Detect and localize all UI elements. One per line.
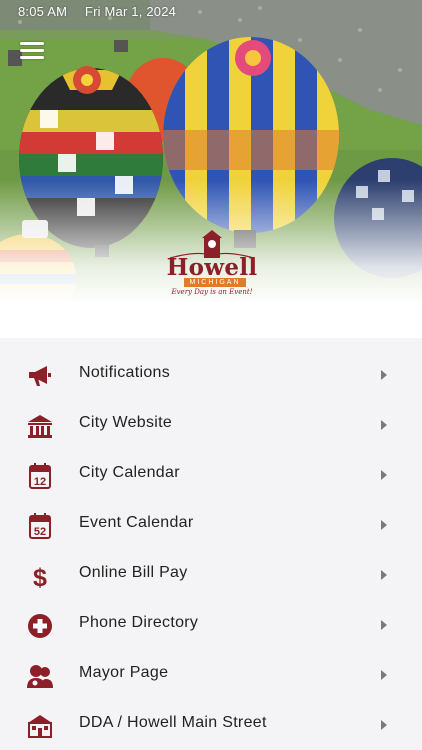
chevron-right-icon bbox=[381, 670, 387, 680]
menu-item-notifications[interactable]: Notifications bbox=[0, 350, 422, 400]
svg-text:$: $ bbox=[33, 564, 47, 589]
plus-circle-icon bbox=[26, 613, 54, 639]
city-hall-icon bbox=[26, 413, 54, 439]
status-time: 8:05 AM bbox=[18, 4, 68, 19]
menu-item-label: Phone Directory bbox=[79, 614, 199, 631]
people-icon bbox=[26, 663, 54, 689]
storefront-icon bbox=[26, 713, 54, 739]
menu-item-label: Mayor Page bbox=[79, 664, 169, 681]
status-bar: 8:05 AM Fri Mar 1, 2024 bbox=[18, 4, 176, 19]
menu-item-online-bill-pay[interactable]: $ Online Bill Pay bbox=[0, 550, 422, 600]
logo-tagline: Every Day is an Event! bbox=[171, 288, 253, 296]
logo-state: MICHIGAN bbox=[184, 278, 246, 287]
chevron-right-icon bbox=[381, 370, 387, 380]
chevron-right-icon bbox=[381, 420, 387, 430]
menu-item-label: Online Bill Pay bbox=[79, 564, 188, 581]
menu-item-city-website[interactable]: City Website bbox=[0, 400, 422, 450]
logo-wordmark: Howell bbox=[166, 254, 258, 281]
menu-item-label: City Website bbox=[79, 414, 173, 431]
menu-item-mayor-page[interactable]: Mayor Page bbox=[0, 650, 422, 700]
chevron-right-icon bbox=[381, 470, 387, 480]
chevron-right-icon bbox=[381, 720, 387, 730]
chevron-right-icon bbox=[381, 620, 387, 630]
svg-text:52: 52 bbox=[34, 526, 46, 538]
menu-item-dda-main-street[interactable]: DDA / Howell Main Street bbox=[0, 700, 422, 750]
menu-item-label: Event Calendar bbox=[79, 514, 194, 531]
main-menu-list: Notifications City Website 12 City Calen… bbox=[0, 338, 422, 750]
chevron-right-icon bbox=[381, 570, 387, 580]
hero-banner: 8:05 AM Fri Mar 1, 2024 Howell MICHIGAN … bbox=[0, 0, 422, 338]
calendar-52-icon: 52 bbox=[26, 513, 54, 539]
menu-item-phone-directory[interactable]: Phone Directory bbox=[0, 600, 422, 650]
menu-item-event-calendar[interactable]: 52 Event Calendar bbox=[0, 500, 422, 550]
menu-item-label: DDA / Howell Main Street bbox=[79, 714, 267, 731]
calendar-12-icon: 12 bbox=[26, 463, 54, 489]
hamburger-menu-icon[interactable] bbox=[20, 40, 44, 60]
chevron-right-icon bbox=[381, 520, 387, 530]
menu-item-city-calendar[interactable]: 12 City Calendar bbox=[0, 450, 422, 500]
megaphone-icon bbox=[26, 363, 54, 389]
howell-logo: Howell MICHIGAN Every Day is an Event! bbox=[160, 230, 264, 300]
status-date: Fri Mar 1, 2024 bbox=[84, 4, 177, 19]
svg-text:12: 12 bbox=[34, 476, 46, 488]
menu-item-label: City Calendar bbox=[79, 464, 180, 481]
menu-item-label: Notifications bbox=[79, 364, 171, 381]
dollar-icon: $ bbox=[26, 563, 54, 589]
